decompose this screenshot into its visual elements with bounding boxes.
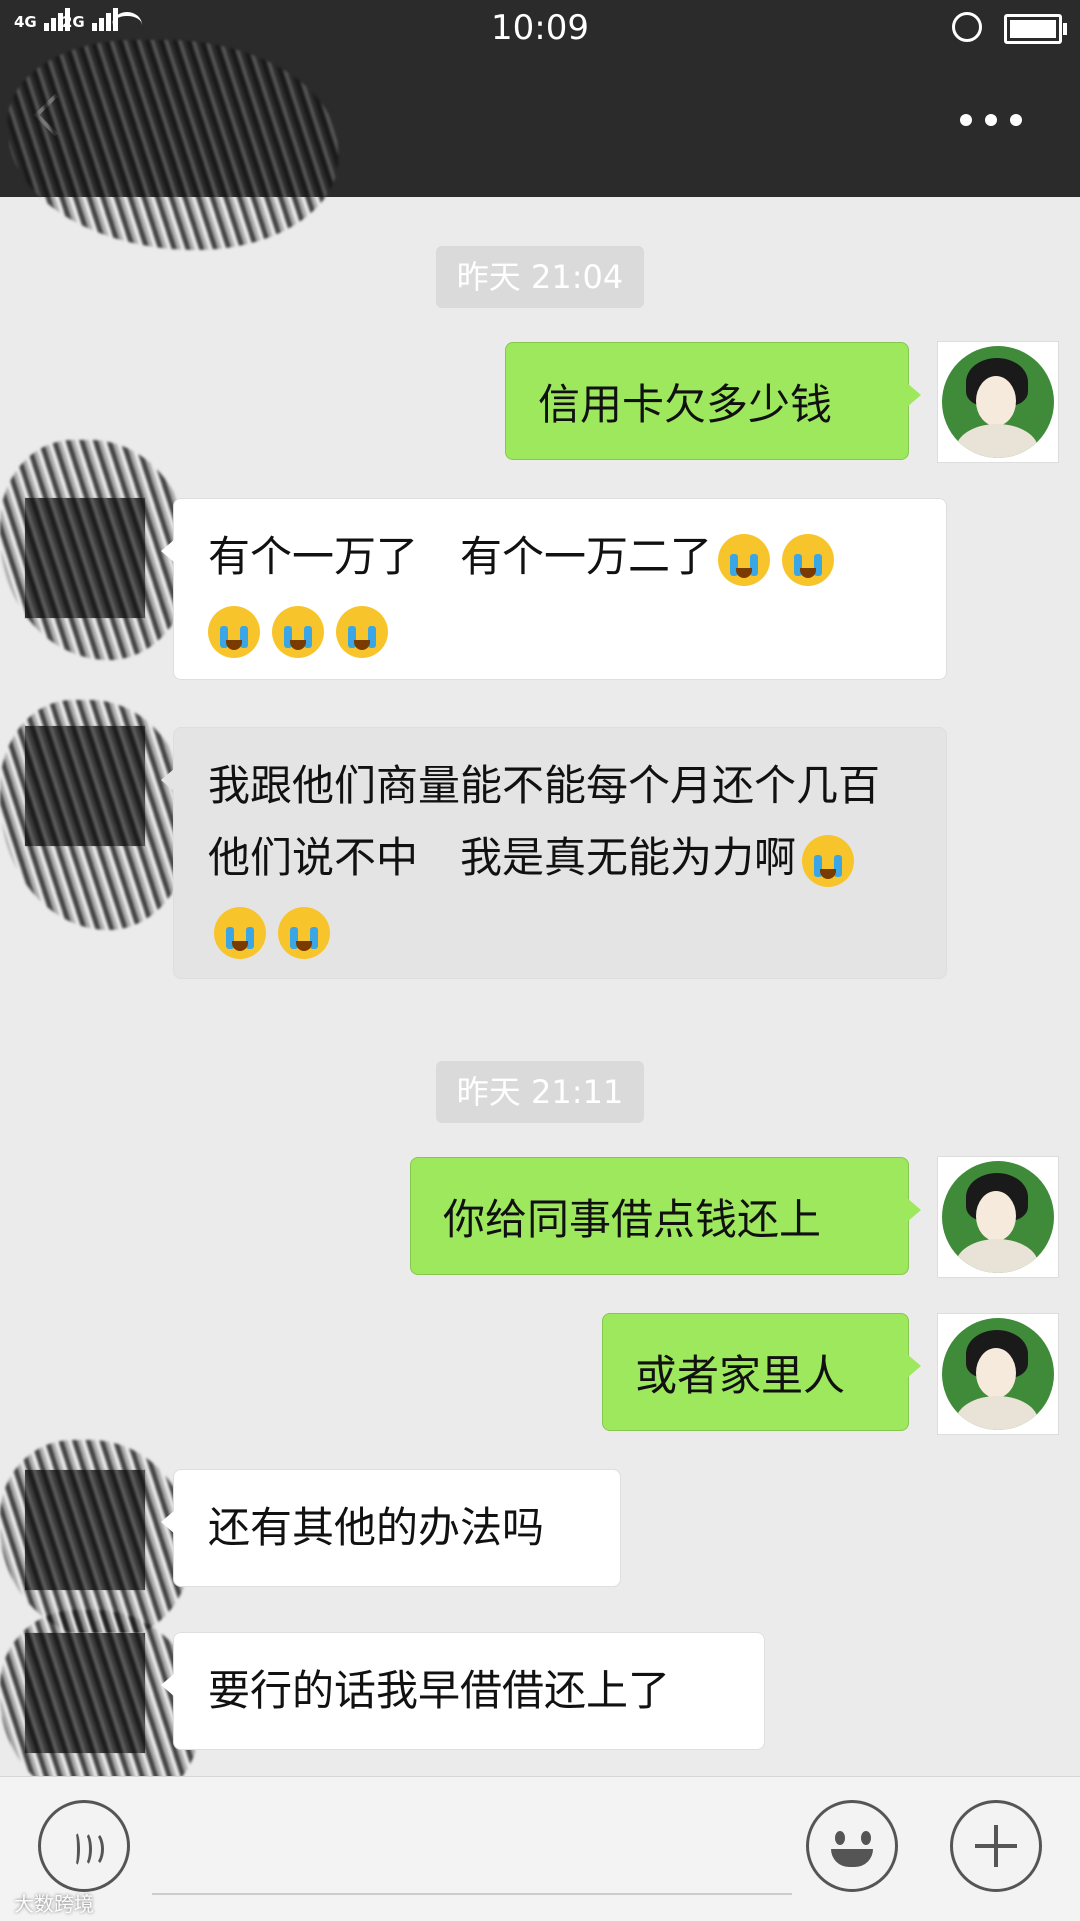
message-received[interactable]: 我跟他们商量能不能每个月还个几百 他们说不中 我是真无能为力啊 xyxy=(161,727,947,979)
message-text: 要行的话我早借借还上了 xyxy=(208,1666,671,1715)
message-text: 你给同事借点钱还上 xyxy=(443,1195,822,1244)
input-bar xyxy=(0,1776,1080,1921)
watermark: 大数跨境 xyxy=(14,1892,94,1916)
message-sent[interactable]: 或者家里人 xyxy=(602,1313,921,1431)
message-received[interactable]: 要行的话我早借借还上了 xyxy=(161,1632,765,1750)
crying-face-icon xyxy=(214,906,266,959)
my-avatar[interactable] xyxy=(937,341,1059,463)
crying-face-icon xyxy=(802,834,855,887)
crying-face-icon xyxy=(278,906,330,959)
voice-icon[interactable] xyxy=(38,1800,130,1892)
more-dots-icon[interactable] xyxy=(960,114,1022,126)
my-avatar[interactable] xyxy=(937,1156,1059,1278)
timestamp: 昨天 21:04 xyxy=(436,246,644,308)
message-sent[interactable]: 信用卡欠多少钱 xyxy=(505,342,921,460)
crying-face-icon xyxy=(208,605,260,658)
message-text: 信用卡欠多少钱 xyxy=(538,380,833,429)
my-avatar[interactable] xyxy=(937,1313,1059,1435)
text-input-underline[interactable] xyxy=(152,1893,792,1895)
message-text: 或者家里人 xyxy=(635,1351,846,1400)
message-received[interactable]: 还有其他的办法吗 xyxy=(161,1469,621,1587)
battery-icon xyxy=(1004,14,1067,44)
message-text: 有个一万了 有个一万二了 xyxy=(208,532,713,581)
crying-face-icon xyxy=(272,605,324,658)
message-text: 还有其他的办法吗 xyxy=(208,1503,545,1552)
alarm-icon xyxy=(952,12,982,42)
crying-face-icon xyxy=(336,605,388,658)
smiley-icon[interactable] xyxy=(806,1800,898,1892)
message-received[interactable]: 有个一万了 有个一万二了 xyxy=(161,498,947,680)
crying-face-icon xyxy=(718,533,771,586)
message-sent[interactable]: 你给同事借点钱还上 xyxy=(410,1157,921,1275)
timestamp: 昨天 21:11 xyxy=(436,1061,644,1123)
crying-face-icon xyxy=(782,533,835,586)
title-bar: 4G 2G 10:09 xyxy=(0,0,1080,250)
plus-icon[interactable] xyxy=(950,1800,1042,1892)
